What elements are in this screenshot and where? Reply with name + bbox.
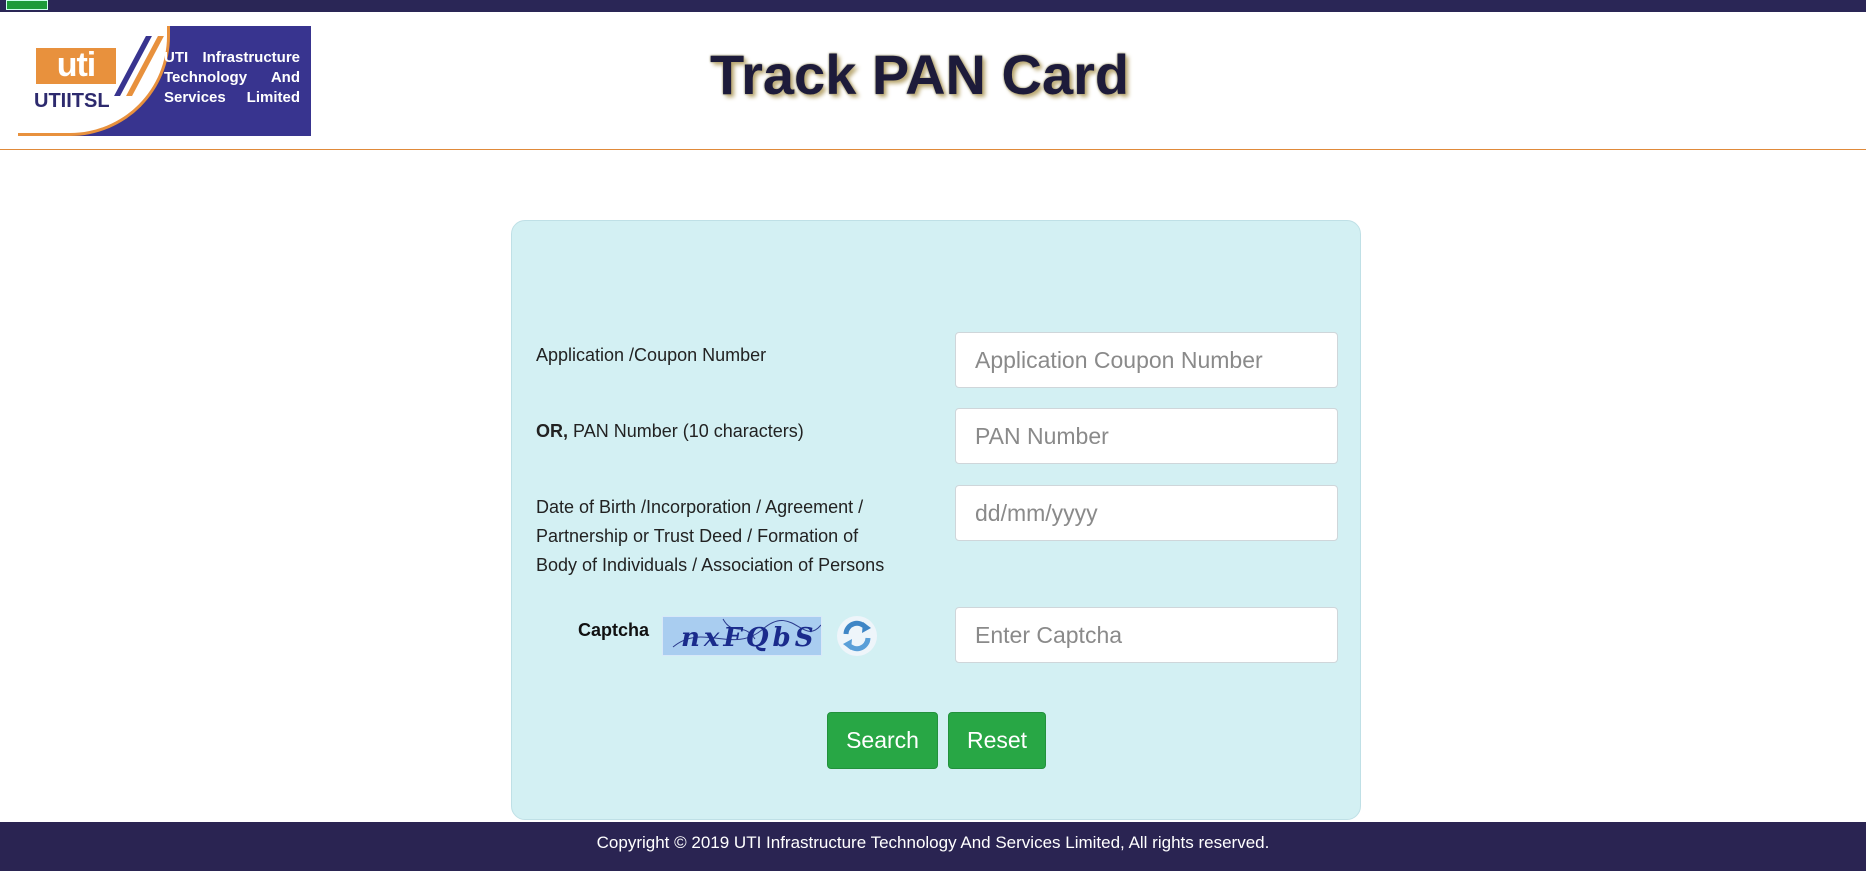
- company-line: Technology And: [164, 69, 300, 86]
- track-form-panel: Application /Coupon Number OR, PAN Numbe…: [511, 220, 1361, 820]
- pan-label-text: PAN Number (10 characters): [573, 421, 804, 441]
- company-line: Services Limited: [164, 89, 300, 106]
- refresh-icon: [843, 620, 871, 652]
- utiitsl-logo: uti UTIITSL UTI Infrastructure Technolog…: [18, 26, 311, 136]
- top-strip-marker: [6, 0, 48, 10]
- or-prefix: OR,: [536, 421, 569, 441]
- captcha-text: nxFQbS: [681, 623, 818, 653]
- refresh-captcha-button[interactable]: [837, 616, 877, 656]
- captcha-input[interactable]: [955, 607, 1338, 663]
- logo-uti-word: uti: [36, 48, 116, 84]
- date-of-birth-input[interactable]: [955, 485, 1338, 541]
- search-button[interactable]: Search: [827, 712, 938, 769]
- dob-label-line: Body of Individuals / Association of Per…: [536, 555, 885, 575]
- pan-number-input[interactable]: [955, 408, 1338, 464]
- page-title: Track PAN Card: [710, 43, 1130, 106]
- reset-button[interactable]: Reset: [948, 712, 1046, 769]
- logo-company-name: UTI Infrastructure Technology And Servic…: [164, 48, 300, 108]
- application-number-label: Application /Coupon Number: [536, 345, 767, 365]
- captcha-label: Captcha: [578, 620, 650, 640]
- logo-disc: uti UTIITSL: [18, 26, 170, 136]
- copyright-text: Copyright © 2019 UTI Infrastructure Tech…: [596, 833, 1270, 852]
- application-number-input[interactable]: [955, 332, 1338, 388]
- date-of-birth-label: Date of Birth /Incorporation / Agreement…: [536, 493, 884, 580]
- logo-abbreviation: UTIITSL: [34, 90, 110, 112]
- company-line: UTI Infrastructure: [164, 49, 300, 66]
- page-footer: Copyright © 2019 UTI Infrastructure Tech…: [0, 822, 1866, 871]
- dob-label-line: Partnership or Trust Deed / Formation of: [536, 526, 859, 546]
- dob-label-line: Date of Birth /Incorporation / Agreement…: [536, 497, 864, 517]
- captcha-image: nxFQbS: [662, 616, 822, 656]
- page-header: uti UTIITSL UTI Infrastructure Technolog…: [0, 12, 1866, 150]
- pan-number-label: OR, PAN Number (10 characters): [536, 417, 804, 446]
- top-strip: [0, 0, 1866, 12]
